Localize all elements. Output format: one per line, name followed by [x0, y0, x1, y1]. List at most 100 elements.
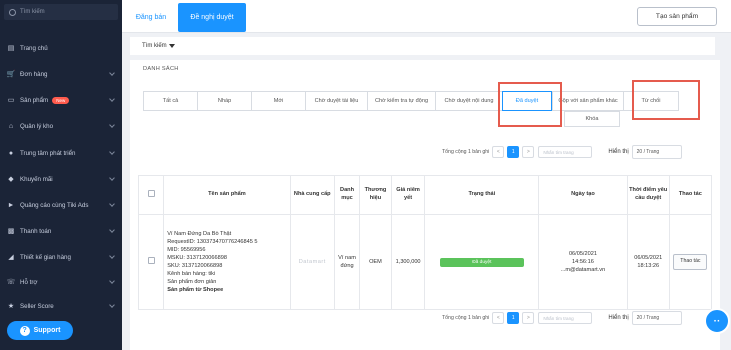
- status-tabs: Tất cả Nháp Mới Chờ duyệt tài liệu Chờ k…: [143, 91, 679, 111]
- header-created-date: Ngày tạo: [538, 175, 628, 215]
- sidebar-item-label: Trung tâm phát triển: [20, 149, 76, 157]
- tab-listing[interactable]: Đăng bán: [126, 3, 176, 32]
- warehouse-icon: ⌂: [8, 122, 14, 130]
- request-time-cell: 06/05/2021 18:13:26: [626, 214, 670, 310]
- sidebar-item-home[interactable]: ▤ Trang chủ: [0, 38, 122, 58]
- status-tab-merged[interactable]: Gộp với sản phẩm khác: [552, 91, 623, 111]
- tag-icon: ◆: [8, 176, 14, 183]
- sidebar-item-products[interactable]: ▭ Sản phẩm New: [0, 90, 122, 110]
- product-table: Tên sản phẩm Nhà cung cấp Danh mục Thươn…: [137, 175, 713, 310]
- sidebar-item-orders[interactable]: 🛒 Đơn hàng: [0, 64, 122, 84]
- sidebar-item-store-design[interactable]: ◢ Thiết kế gian hàng: [0, 247, 122, 267]
- status-tab-pending-docs[interactable]: Chờ duyệt tài liệu: [305, 91, 367, 111]
- row-checkbox[interactable]: [147, 256, 155, 264]
- pager-next-button[interactable]: >: [522, 146, 535, 158]
- table-row: Ví Nam Đứng Da Bò Thật RequestID: 130373…: [137, 214, 713, 310]
- rocket-icon: ●: [8, 149, 14, 157]
- chevron-down-icon: [109, 201, 115, 207]
- sidebar-item-label: Thanh toán: [20, 227, 52, 235]
- chevron-down-icon: [109, 96, 115, 102]
- pager-prev-button[interactable]: <: [492, 146, 505, 158]
- pager-total: Tổng cộng 1 bản ghi: [442, 315, 490, 321]
- status-tab-locked[interactable]: Khóa: [564, 111, 620, 127]
- sidebar-item-label: Hỗ trợ: [20, 278, 38, 286]
- sidebar-search-placeholder: Tìm kiếm: [20, 9, 45, 15]
- created-time: 14:56:16: [572, 258, 594, 265]
- caret-down-icon: [168, 44, 175, 48]
- pager-total: Tổng cộng 1 bản ghi: [442, 149, 490, 155]
- sidebar-item-label: Thiết kế gian hàng: [20, 253, 71, 261]
- status-tab-auto-check[interactable]: Chờ kiểm tra tự động: [367, 91, 435, 111]
- product-channel: Kênh bán hàng: tiki: [167, 271, 216, 278]
- status-badge: Đã duyệt: [439, 257, 524, 267]
- brand-cell: OEM: [359, 214, 392, 310]
- status-tab-all[interactable]: Tất cả: [143, 91, 197, 111]
- megaphone-icon: ►: [7, 201, 15, 209]
- chevron-down-icon: [109, 253, 115, 259]
- action-cell: Thao tác: [668, 214, 713, 310]
- chat-button[interactable]: ··: [704, 308, 730, 334]
- sidebar-item-support[interactable]: ☏ Hỗ trợ: [0, 272, 122, 292]
- product-mid: MID: 95569956: [167, 246, 206, 253]
- request-time: 18:13:26: [637, 263, 660, 269]
- pager-page-button[interactable]: 1: [507, 312, 520, 324]
- chevron-down-icon: [109, 302, 115, 308]
- created-cell: 06/05/2021 14:56:16 ...m@datamart.vn: [538, 214, 628, 310]
- pager-page-button[interactable]: 1: [507, 146, 520, 158]
- design-icon: ◢: [8, 254, 14, 261]
- product-request-id: RequestID: 130373470776246845 5: [167, 238, 258, 245]
- sidebar-item-label: Trang chủ: [20, 44, 48, 52]
- chart-icon: ▤: [7, 45, 15, 52]
- chevron-down-icon: [109, 227, 115, 233]
- sidebar-item-label: Quản lý kho: [20, 122, 54, 130]
- select-all-checkbox[interactable]: [147, 189, 155, 197]
- sidebar-item-seller-score[interactable]: ★ Seller Score: [0, 296, 122, 316]
- create-product-button[interactable]: Tạo sản phẩm: [637, 7, 717, 26]
- product-msku: MSKU: 3137120066898: [167, 254, 227, 261]
- highlight-rejected-tab: [632, 80, 700, 120]
- product-source: Sản phẩm từ Shopee: [167, 287, 224, 294]
- sidebar-search-input[interactable]: Tìm kiếm: [4, 4, 118, 20]
- chevron-down-icon: [109, 122, 115, 128]
- tab-approval-request[interactable]: Đề nghị duyệt: [178, 3, 246, 32]
- box-icon: ▭: [7, 97, 15, 104]
- support-button[interactable]: ? Support: [7, 321, 73, 340]
- sidebar-item-label: Khuyến mãi: [20, 175, 53, 183]
- status-tab-content-review[interactable]: Chờ duyệt nội dung: [435, 91, 502, 111]
- sidebar: Tìm kiếm ▤ Trang chủ 🛒 Đơn hàng ▭ Sản ph…: [0, 0, 122, 350]
- pager-show-label: Hiển thị: [608, 315, 629, 321]
- sidebar-item-warehouse[interactable]: ⌂ Quản lý kho: [0, 116, 122, 136]
- main-content: Đăng bán Đề nghị duyệt Tạo sản phẩm Tìm …: [122, 0, 731, 350]
- supplier-cell: Datamart: [289, 214, 335, 310]
- pager-jump-input[interactable]: Nhấn tìm trang: [538, 146, 593, 158]
- product-sku: SKU: 3137120066898: [167, 263, 223, 269]
- sidebar-item-payment[interactable]: ▩ Thanh toán: [0, 221, 122, 241]
- support-icon: ☏: [6, 279, 16, 286]
- new-badge: New: [52, 96, 70, 104]
- sidebar-item-tiki-ads[interactable]: ► Quảng cáo cùng Tiki Ads: [0, 195, 122, 215]
- pager-next-button[interactable]: >: [522, 312, 535, 324]
- product-name: Ví Nam Đứng Da Bò Thật: [167, 230, 232, 237]
- product-info-cell: Ví Nam Đứng Da Bò Thật RequestID: 130373…: [163, 214, 291, 310]
- pager-prev-button[interactable]: <: [492, 312, 505, 324]
- status-tab-draft[interactable]: Nháp: [197, 91, 251, 111]
- pager-jump-input[interactable]: Nhấn tìm trang: [538, 312, 593, 324]
- sidebar-item-promotions[interactable]: ◆ Khuyến mãi: [0, 169, 122, 189]
- sidebar-item-label: Đơn hàng: [20, 70, 48, 78]
- row-select-cell: [137, 214, 165, 310]
- payment-icon: ▩: [7, 228, 15, 235]
- sidebar-item-label: Sản phẩm: [20, 96, 49, 104]
- per-page-select[interactable]: 20 / Trang: [631, 311, 682, 325]
- chat-dots-icon: ··: [713, 315, 721, 327]
- created-date: 06/05/2021: [568, 250, 597, 257]
- per-page-select[interactable]: 20 / Trang: [631, 145, 682, 159]
- chevron-down-icon: [109, 149, 115, 155]
- status-tab-new[interactable]: Mới: [251, 91, 305, 111]
- help-icon: ?: [19, 325, 30, 336]
- sidebar-item-growth-center[interactable]: ● Trung tâm phát triển: [0, 143, 122, 163]
- header-brand: Thương hiệu: [359, 175, 392, 215]
- request-date: 06/05/2021: [634, 254, 663, 261]
- pager-bottom: Tổng cộng 1 bản ghi < 1 > Nhấn tìm trang…: [442, 311, 682, 325]
- search-filter-toggle[interactable]: Tìm kiếm: [130, 37, 715, 55]
- row-action-button[interactable]: Thao tác: [673, 254, 708, 270]
